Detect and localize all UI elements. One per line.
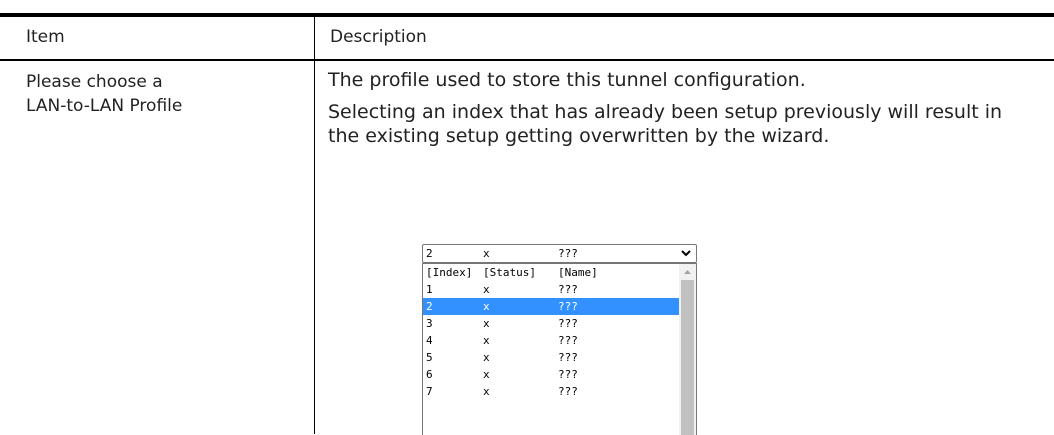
item-cell: Please choose a LAN-to-LAN Profile: [26, 70, 296, 118]
option-index: 2: [426, 300, 433, 313]
selected-index: 2: [426, 247, 433, 260]
option-row[interactable]: 6 x???: [423, 366, 679, 383]
description-cell: The profile used to store this tunnel co…: [328, 68, 1038, 156]
profile-dropdown: 2 x ??? [Index] [Status] [Name] 1 x??? 2 x?…: [422, 244, 697, 435]
profile-select[interactable]: 2 x ???: [422, 244, 697, 263]
option-index: 7: [426, 385, 433, 398]
option-row[interactable]: 5 x???: [423, 349, 679, 366]
option-name: ???: [558, 368, 578, 381]
profile-options-list: [Index] [Status] [Name] 1 x??? 2 x??? 3 x??? 4…: [422, 263, 697, 435]
selected-status: x: [483, 247, 490, 260]
header-index: [Index]: [426, 266, 473, 279]
description-paragraph: Selecting an index that has already been…: [328, 101, 1003, 147]
item-line: LAN-to-LAN Profile: [26, 96, 183, 116]
option-status: x: [483, 300, 490, 313]
option-status: x: [483, 385, 490, 398]
option-index: 4: [426, 334, 433, 347]
option-name: ???: [558, 385, 578, 398]
scroll-up-icon[interactable]: [679, 264, 696, 279]
option-status: x: [483, 317, 490, 330]
option-status: x: [483, 368, 490, 381]
table-header-row: Item Description: [0, 17, 1054, 59]
options-header-row: [Index] [Status] [Name]: [423, 264, 679, 281]
option-row[interactable]: 1 x???: [423, 281, 679, 298]
option-status: x: [483, 351, 490, 364]
option-row[interactable]: 2 x???: [423, 298, 679, 315]
scrollbar-thumb[interactable]: [681, 280, 694, 435]
header-status: [Status]: [483, 266, 536, 279]
option-name: ???: [558, 283, 578, 296]
option-status: x: [483, 334, 490, 347]
header-description: Description: [330, 27, 427, 47]
option-index: 5: [426, 351, 433, 364]
selected-name: ???: [558, 247, 578, 260]
option-row[interactable]: 3 x???: [423, 315, 679, 332]
option-name: ???: [558, 334, 578, 347]
item-line: Please choose a: [26, 72, 163, 92]
option-name: ???: [558, 317, 578, 330]
option-index: 3: [426, 317, 433, 330]
option-index: 1: [426, 283, 433, 296]
option-name: ???: [558, 351, 578, 364]
chevron-down-icon[interactable]: [681, 247, 691, 262]
option-row[interactable]: 4 x???: [423, 332, 679, 349]
description-paragraph: The profile used to store this tunnel co…: [328, 69, 806, 91]
header-item: Item: [26, 27, 65, 47]
table-header-rule: [0, 59, 1054, 61]
options-scrollbar[interactable]: [679, 264, 696, 435]
option-index: 6: [426, 368, 433, 381]
description-table: Item Description Please choose a LAN-to-…: [0, 0, 1054, 435]
option-name: ???: [558, 300, 578, 313]
column-divider: [314, 17, 315, 434]
header-name: [Name]: [558, 266, 598, 279]
option-row[interactable]: 7 x???: [423, 383, 679, 400]
option-status: x: [483, 283, 490, 296]
